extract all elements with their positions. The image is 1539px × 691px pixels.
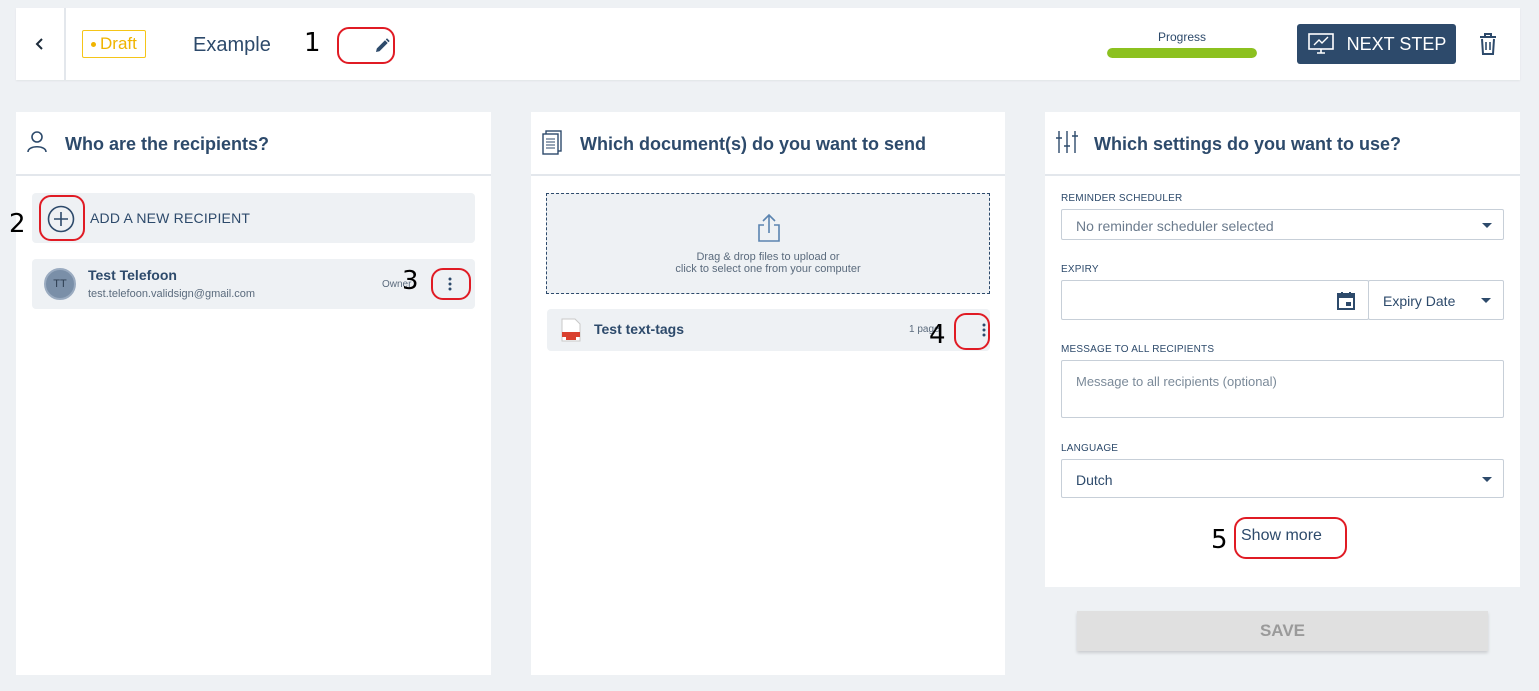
caret-down-icon [1482, 223, 1492, 228]
next-step-button[interactable]: NEXT STEP [1297, 24, 1456, 64]
language-select[interactable]: Dutch [1061, 459, 1504, 498]
progress-bar [1107, 48, 1257, 58]
annotation-ring [39, 195, 85, 241]
dropzone-text: Drag & drop files to upload or click to … [547, 251, 989, 275]
reminder-select[interactable]: No reminder scheduler selected [1061, 209, 1504, 240]
file-dropzone[interactable]: Drag & drop files to upload or click to … [546, 193, 990, 294]
progress-fill [1107, 48, 1257, 58]
dropzone-line-2: click to select one from your computer [675, 263, 861, 275]
trash-icon[interactable] [1477, 32, 1499, 56]
annotation-ring [431, 268, 471, 300]
language-value: Dutch [1076, 472, 1113, 488]
expiry-date-input[interactable] [1061, 280, 1369, 320]
add-recipient-button[interactable]: ADD A NEW RECIPIENT [32, 193, 475, 243]
save-button[interactable]: SAVE [1077, 611, 1488, 651]
sliders-icon [1056, 131, 1078, 153]
settings-panel-header: Which settings do you want to use? [1045, 112, 1520, 176]
expiry-label: EXPIRY [1061, 264, 1099, 275]
recipients-heading: Who are the recipients? [65, 134, 270, 154]
annotation-number: 5 [1211, 525, 1228, 555]
language-label: LANGUAGE [1061, 443, 1119, 454]
documents-panel: Which document(s) do you want to send Dr… [531, 112, 1005, 675]
annotation-ring [954, 313, 990, 350]
message-label: MESSAGE TO ALL RECIPIENTS [1061, 344, 1215, 355]
calendar-icon[interactable] [1337, 291, 1355, 310]
annotation-ring [337, 27, 395, 64]
monitor-sign-icon [1307, 33, 1334, 54]
expiry-type-value: Expiry Date [1383, 293, 1456, 309]
documents-heading: Which document(s) do you want to send [580, 134, 926, 154]
user-icon [27, 131, 47, 153]
upload-icon [758, 213, 780, 242]
recipient-name: Test Telefoon [88, 267, 177, 283]
message-textarea[interactable]: Message to all recipients (optional) [1061, 360, 1504, 418]
back-button[interactable] [16, 8, 66, 80]
progress-indicator: Progress [1107, 30, 1257, 58]
reminder-label: REMINDER SCHEDULER [1061, 193, 1183, 204]
reminder-value: No reminder scheduler selected [1076, 218, 1274, 234]
next-step-label: NEXT STEP [1346, 33, 1447, 54]
dropzone-line-1: Drag & drop files to upload or [696, 251, 840, 263]
chevron-left-icon [35, 38, 43, 50]
pdf-file-icon [561, 318, 581, 342]
status-dot [91, 41, 96, 47]
status-badge-label: Draft [100, 34, 137, 53]
annotation-number: 2 [9, 209, 26, 239]
top-bar: Draft Example Progress NEXT STEP [16, 8, 1520, 80]
page-title: Example [193, 34, 271, 56]
recipients-panel-header: Who are the recipients? [16, 112, 491, 176]
documents-panel-header: Which document(s) do you want to send [531, 112, 1005, 176]
annotation-ring [1234, 517, 1347, 559]
annotation-number: 3 [402, 266, 419, 296]
status-badge: Draft [82, 30, 146, 58]
expiry-type-select[interactable]: Expiry Date [1368, 280, 1504, 320]
avatar: TT [44, 268, 76, 300]
annotation-number: 1 [304, 28, 321, 58]
add-recipient-label: ADD A NEW RECIPIENT [90, 210, 251, 226]
settings-panel: Which settings do you want to use? REMIN… [1045, 112, 1520, 675]
progress-label: Progress [1157, 30, 1207, 44]
document-card[interactable]: Test text-tags 1 page [547, 309, 990, 351]
settings-heading: Which settings do you want to use? [1094, 134, 1402, 154]
recipients-panel: Who are the recipients? ADD A NEW RECIPI… [16, 112, 491, 675]
caret-down-icon [1481, 298, 1491, 303]
message-placeholder: Message to all recipients (optional) [1076, 374, 1277, 389]
document-name: Test text-tags [594, 321, 684, 337]
caret-down-icon [1482, 477, 1492, 482]
annotation-number: 4 [929, 320, 946, 350]
recipient-email: test.telefoon.validsign@gmail.com [88, 288, 256, 300]
document-icon [542, 130, 562, 155]
